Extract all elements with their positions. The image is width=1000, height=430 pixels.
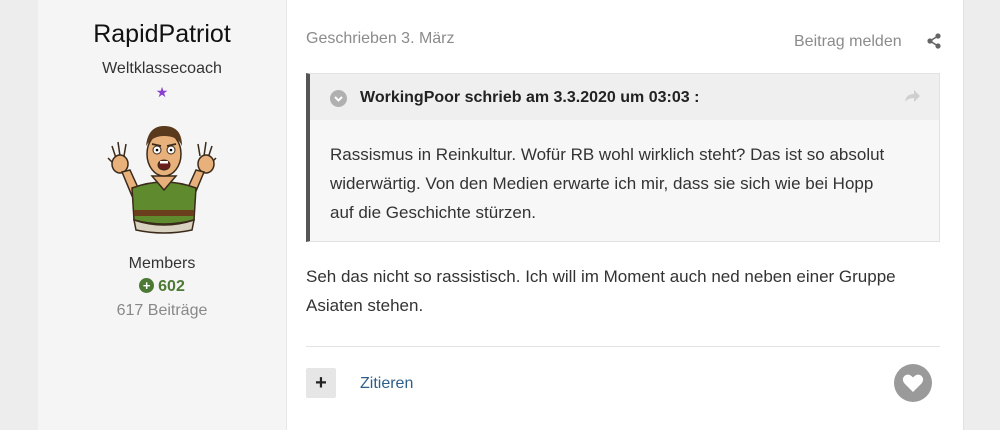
author-title: Weltklassecoach: [102, 60, 222, 77]
post-content: Seh das nicht so rassistisch. Ich will i…: [306, 267, 896, 315]
quote-citation: WorkingPoor schrieb am 3.3.2020 um 03:03…: [360, 89, 700, 106]
post-date[interactable]: Geschrieben 3. März: [306, 30, 455, 48]
reputation-badge[interactable]: +602: [38, 278, 286, 296]
member-group: Members: [128, 255, 196, 272]
share-icon[interactable]: [926, 33, 942, 49]
author-panel: RapidPatriot Weltklassecoach ★ Members +…: [38, 0, 287, 430]
rank-star-icon: ★: [155, 84, 169, 100]
quote-block: WorkingPoor schrieb am 3.3.2020 um 03:03…: [306, 73, 940, 242]
heart-icon[interactable]: [894, 364, 932, 402]
quote-text: Rassismus in Reinkultur. Wofür RB wohl w…: [330, 145, 885, 222]
quote-header: WorkingPoor schrieb am 3.3.2020 um 03:03…: [310, 74, 939, 120]
forward-arrow-icon[interactable]: [903, 88, 921, 104]
author-username[interactable]: RapidPatriot: [38, 20, 286, 49]
divider: [306, 346, 940, 347]
multiquote-button[interactable]: +: [306, 368, 336, 398]
post-count: 617 Beiträge: [116, 302, 208, 319]
avatar[interactable]: [106, 118, 222, 238]
report-link[interactable]: Beitrag melden: [794, 33, 902, 51]
reputation-count: 602: [158, 278, 185, 295]
chevron-down-icon[interactable]: [330, 90, 347, 107]
plus-circle-icon: +: [139, 278, 155, 293]
quote-button[interactable]: Zitieren: [360, 375, 413, 393]
